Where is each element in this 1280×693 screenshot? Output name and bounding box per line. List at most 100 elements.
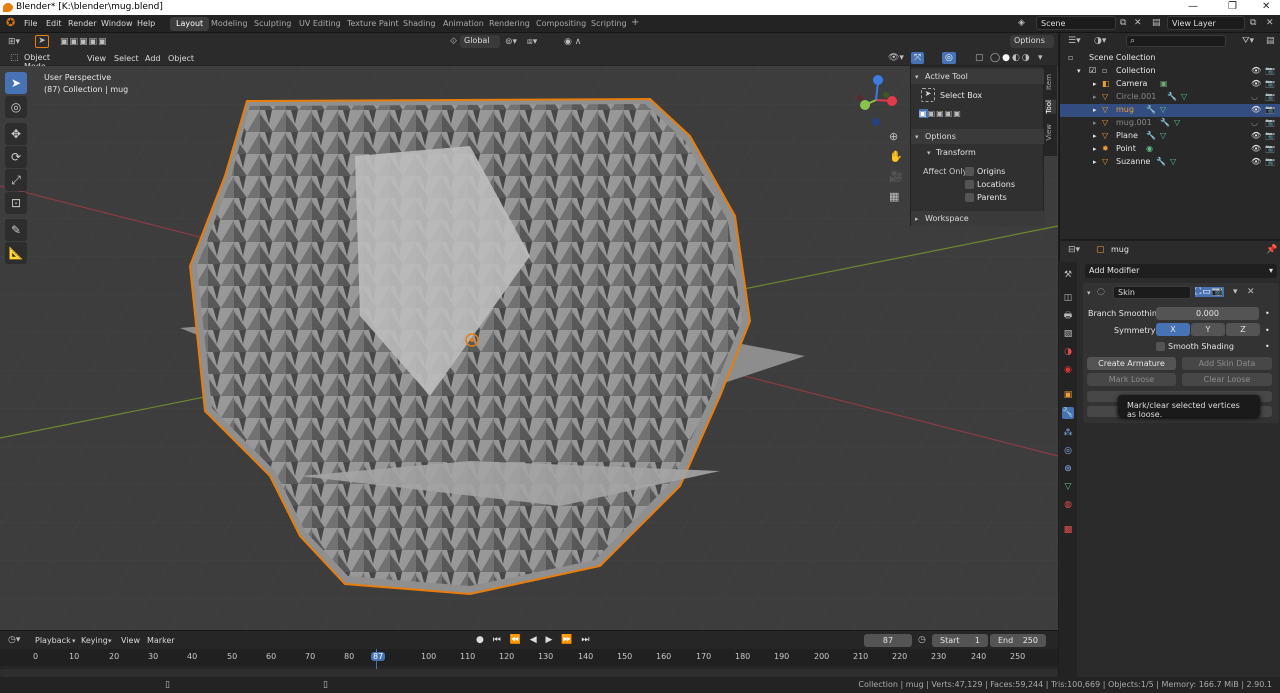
outliner-row-collection[interactable]: ▾ ☑ ▫ Collection 👁 📷 — [1060, 65, 1280, 78]
shading-mode-icons[interactable]: ◯●◐◑ — [990, 53, 1032, 63]
eye-icon[interactable]: 👁 — [1251, 144, 1261, 153]
menu-help[interactable]: Help — [137, 19, 155, 28]
eye-icon[interactable]: 👁 — [1251, 105, 1261, 114]
maximize-button[interactable]: ❐ — [1228, 1, 1237, 12]
data-tab-icon[interactable]: ▽ — [1062, 481, 1074, 493]
render-camera-icon[interactable]: 📷 — [1265, 105, 1275, 114]
overlay-toggle-icon[interactable]: ◎ — [942, 52, 956, 64]
select-tool-icon[interactable]: ➤ — [35, 35, 49, 48]
parents-checkbox[interactable] — [965, 193, 974, 202]
symmetry-z-toggle[interactable]: Z — [1226, 323, 1260, 336]
clear-loose-button[interactable]: Clear Loose — [1182, 373, 1272, 386]
playback-controls-icons[interactable]: ● ⏮ ⏪ ◀ ▶ ⏩ ⏭ — [476, 635, 592, 645]
workspace-header[interactable]: Workspace — [911, 211, 1045, 226]
symmetry-x-toggle[interactable]: X — [1156, 323, 1190, 336]
transform-tool-icon[interactable]: ⊡ — [5, 192, 27, 214]
options-header[interactable]: Options — [911, 129, 1045, 144]
viewport-menu-select[interactable]: Select — [114, 54, 139, 63]
viewport-menu-object[interactable]: Object — [168, 54, 194, 63]
modifier-menu-icon[interactable]: ▾ — [1233, 287, 1238, 297]
scale-tool-icon[interactable]: ⤢ — [5, 169, 27, 191]
tab-uv-editing[interactable]: UV Editing — [293, 17, 347, 31]
timeline-menu-view[interactable]: View — [121, 636, 140, 645]
render-camera-icon[interactable]: 📷 — [1265, 118, 1275, 127]
measure-tool-icon[interactable]: 📐 — [5, 242, 27, 264]
tab-item[interactable]: Item — [1045, 74, 1056, 90]
tab-compositing[interactable]: Compositing — [530, 17, 592, 31]
shading-options-icon[interactable]: ▾ — [1038, 53, 1043, 63]
render-camera-icon[interactable]: 📷 — [1265, 131, 1275, 140]
select-box-tool-icon[interactable]: ➤ — [5, 72, 27, 94]
display-mode-icon[interactable]: ◑▾ — [1094, 36, 1106, 46]
smooth-shading-checkbox[interactable] — [1156, 342, 1165, 351]
mode-dropdown[interactable]: Object Mode — [20, 52, 78, 71]
modifier-tab-icon[interactable]: 🔧 — [1062, 407, 1074, 419]
options-chevron-icon[interactable]: ▾ — [915, 132, 919, 142]
new-collection-icon[interactable]: ▤ — [1266, 36, 1275, 46]
keyframe-dot-icon[interactable]: • — [1265, 342, 1270, 351]
navigation-gizmo[interactable] — [852, 74, 902, 130]
rotate-tool-icon[interactable]: ⟳ — [5, 146, 27, 168]
view-layer-field[interactable]: View Layer — [1167, 16, 1245, 30]
render-camera-icon[interactable]: 📷 — [1265, 66, 1275, 75]
keyframe-dot-icon[interactable]: • — [1265, 309, 1270, 318]
object-tab-icon[interactable]: ▣ — [1062, 389, 1074, 401]
mark-loose-button[interactable]: Mark Loose — [1087, 373, 1176, 386]
zoom-icon[interactable]: ⊕ — [889, 131, 898, 142]
pivot-icon[interactable]: ⊚▾ — [505, 37, 517, 47]
eye-icon[interactable]: 👁 — [1251, 66, 1261, 75]
tab-sculpting[interactable]: Sculpting — [248, 17, 297, 31]
gizmo-toggle-icon[interactable]: ⤧ — [911, 52, 925, 64]
physics-tab-icon[interactable]: ◎ — [1062, 445, 1074, 457]
scene-field[interactable]: Scene — [1036, 16, 1116, 30]
view-layer-remove-icon[interactable]: ✕ — [1266, 18, 1274, 28]
view-layer-new-icon[interactable]: ⧉ — [1250, 18, 1256, 28]
options-dropdown[interactable]: Options — [1010, 35, 1054, 48]
symmetry-y-toggle[interactable]: Y — [1191, 323, 1225, 336]
render-camera-icon[interactable]: 📷 — [1265, 157, 1275, 166]
workspace-chevron-icon[interactable]: ▸ — [915, 214, 919, 224]
tab-animation[interactable]: Animation — [437, 17, 490, 31]
timeline-menu-marker[interactable]: Marker — [147, 636, 175, 645]
close-button[interactable]: ✕ — [1262, 1, 1270, 12]
render-camera-icon[interactable]: 📷 — [1265, 92, 1275, 101]
pin-icon[interactable]: 📌 — [1266, 245, 1277, 255]
viewport-menu-add[interactable]: Add — [145, 54, 161, 63]
visibility-icon[interactable]: 👁▾ — [888, 53, 904, 63]
transform-chevron-icon[interactable]: ▾ — [927, 148, 931, 158]
active-tool-header[interactable]: Active Tool — [911, 69, 1045, 84]
end-frame-field[interactable]: End 250 — [990, 634, 1046, 647]
minimize-button[interactable]: — — [1188, 1, 1198, 12]
camera-view-icon[interactable]: 🎥 — [889, 171, 903, 182]
origins-checkbox[interactable] — [965, 167, 974, 176]
outliner-row-point[interactable]: ▸ ✸ Point ◉ 👁 📷 — [1060, 143, 1280, 156]
timeline-menu-playback[interactable]: Playback — [35, 636, 71, 645]
move-tool-icon[interactable]: ✥ — [5, 123, 27, 145]
render-tab-icon[interactable]: ◫ — [1062, 292, 1074, 304]
material-tab-icon[interactable]: ◍ — [1062, 499, 1074, 511]
create-armature-button[interactable]: Create Armature — [1087, 357, 1176, 370]
properties-editor-icon[interactable]: ⊟▾ — [1068, 245, 1080, 255]
scene-new-icon[interactable]: ⧉ — [1120, 18, 1126, 28]
tab-texture-paint[interactable]: Texture Paint — [341, 17, 405, 31]
tab-tool[interactable]: Tool — [1045, 100, 1056, 114]
collapse-chevron-icon[interactable]: ▾ — [1087, 288, 1091, 298]
select-mode-icons[interactable]: ▣▣▣▣▣ — [60, 37, 108, 47]
timeline-editor-icon[interactable]: ◷▾ — [8, 635, 20, 645]
use-preview-range-icon[interactable]: ◷ — [918, 635, 926, 645]
tab-view[interactable]: View — [1045, 124, 1056, 141]
timeline-scrollbar[interactable] — [0, 669, 1058, 677]
render-camera-icon[interactable]: 📷 — [1265, 79, 1275, 88]
expand-chevron-icon[interactable]: ▾ — [1077, 67, 1081, 75]
snap-icon[interactable]: ⧈▾ — [527, 37, 537, 47]
transform-subheader[interactable]: Transform — [936, 148, 976, 157]
current-frame-field[interactable]: 87 — [864, 634, 912, 647]
tab-layout[interactable]: Layout — [170, 17, 210, 31]
transform-orientation-dropdown[interactable]: Global — [460, 35, 500, 48]
modifier-remove-icon[interactable]: ✕ — [1247, 287, 1255, 297]
outliner-row-mug001[interactable]: ▸ ▽ mug.001 🔧 ▽ ◡ 📷 — [1060, 117, 1280, 130]
menu-window[interactable]: Window — [101, 19, 133, 28]
keyframe-dot-icon[interactable]: • — [1265, 326, 1270, 335]
eye-hidden-icon[interactable]: ◡ — [1251, 118, 1258, 127]
outliner-row-plane[interactable]: ▸ ▽ Plane 🔧 ▽ 👁 📷 — [1060, 130, 1280, 143]
